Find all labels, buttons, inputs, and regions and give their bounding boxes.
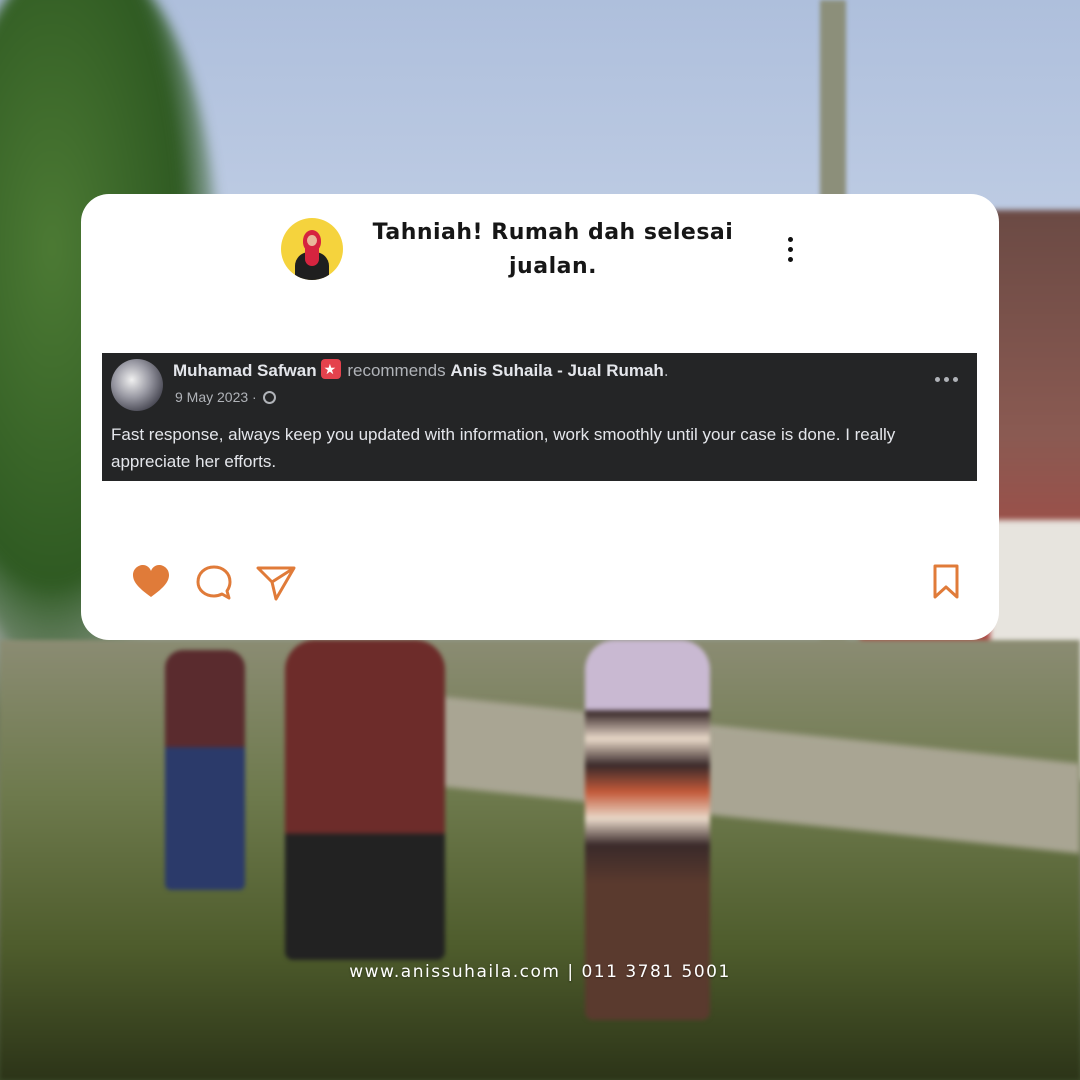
recommendation-badge-icon: [320, 359, 341, 379]
comment-icon[interactable]: [194, 563, 234, 603]
review-body: Fast response, always keep you updated w…: [111, 425, 896, 471]
review-action: recommends: [347, 361, 446, 380]
review-meta: 9 May 2023 ·: [175, 386, 276, 408]
post-title: Tahniah! Rumah dah selesai jualan.: [372, 220, 734, 279]
review-header: Muhamad Safwan recommends Anis Suhaila -…: [173, 359, 669, 383]
review-more-icon: [935, 375, 959, 383]
avatar-face: [307, 235, 317, 246]
globe-icon: [262, 391, 276, 404]
reviewer-avatar: [111, 359, 163, 411]
heart-icon[interactable]: [131, 563, 171, 603]
background-person: [165, 650, 245, 890]
post-card: Tahniah! Rumah dah selesai jualan. Muham…: [81, 194, 999, 640]
send-icon[interactable]: [256, 563, 296, 603]
background-person: [285, 640, 445, 960]
facebook-review-screenshot: Muhamad Safwan recommends Anis Suhaila -…: [102, 353, 977, 481]
contact-footer: www.anissuhaila.com | 011 3781 5001: [349, 962, 731, 982]
profile-avatar[interactable]: [281, 218, 343, 280]
avatar-scarf: [305, 248, 319, 266]
bookmark-icon[interactable]: [926, 563, 966, 603]
review-page-name: Anis Suhaila - Jual Rumah: [450, 361, 664, 380]
review-page-suffix: .: [663, 361, 669, 380]
review-date: 9 May 2023 ·: [175, 389, 257, 405]
reviewer-name: Muhamad Safwan: [173, 361, 317, 380]
more-options-icon[interactable]: [781, 236, 799, 264]
